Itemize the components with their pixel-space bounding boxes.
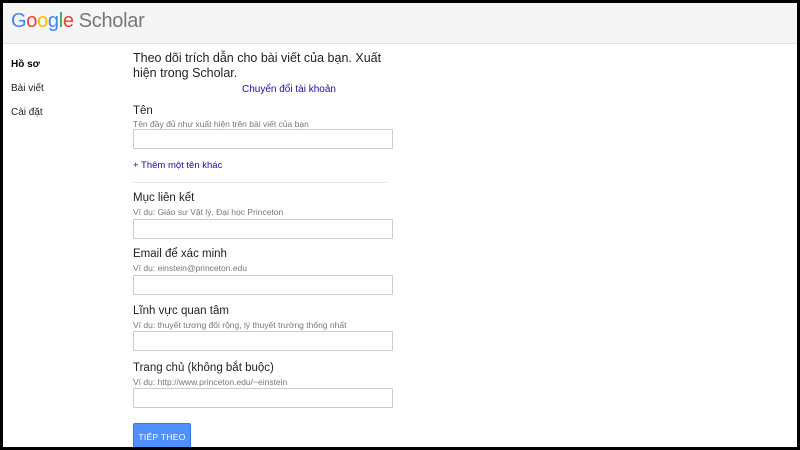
header-bar: Google Scholar — [3, 3, 797, 44]
next-button[interactable]: TIẾP THEO — [133, 423, 191, 447]
email-hint: Ví dụ: einstein@princeton.edu — [133, 263, 248, 273]
name-hint: Tên đầy đủ như xuất hiện trên bài viết c… — [133, 119, 309, 129]
affiliation-input[interactable] — [133, 219, 393, 239]
add-another-name-link[interactable]: + Thêm một tên khác — [133, 160, 222, 171]
name-input[interactable] — [133, 129, 393, 149]
affiliation-hint: Ví dụ: Giáo sư Vật lý, Đại học Princeton — [133, 207, 284, 217]
sidebar-item-articles[interactable]: Bài viết — [11, 83, 44, 94]
intro-text: Theo dõi trích dẫn cho bài viết của bạn.… — [133, 51, 382, 80]
interests-label: Lĩnh vực quan tâm — [133, 305, 229, 317]
divider — [133, 182, 387, 183]
email-input[interactable] — [133, 275, 393, 295]
google-scholar-logo[interactable]: Google Scholar — [11, 10, 145, 33]
app-frame: Google Scholar Hồ sơ Bài viết Cài đặt The… — [3, 3, 797, 447]
sidebar-item-profile[interactable]: Hồ sơ — [11, 59, 40, 70]
sidebar-item-settings[interactable]: Cài đặt — [11, 107, 43, 118]
logo-letter: o — [26, 10, 38, 32]
logo-letter: o — [37, 10, 48, 32]
homepage-hint: Ví dụ: http://www.princeton.edu/~einstei… — [133, 377, 288, 387]
switch-account-link[interactable]: Chuyển đổi tài khoản — [242, 84, 336, 95]
logo-letter: e — [62, 10, 74, 32]
logo-product-name: Scholar — [78, 10, 145, 32]
affiliation-label: Mục liên kết — [133, 192, 195, 204]
interests-input[interactable] — [133, 331, 393, 351]
logo-letter: G — [11, 10, 27, 32]
interests-hint: Ví dụ: thuyết tương đối rộng, lý thuyết … — [133, 320, 347, 330]
name-label: Tên — [133, 105, 153, 117]
logo-letter: g — [47, 10, 59, 32]
homepage-label: Trang chủ (không bắt buộc) — [133, 362, 274, 374]
homepage-input[interactable] — [133, 388, 393, 408]
email-label: Email để xác minh — [133, 248, 227, 260]
